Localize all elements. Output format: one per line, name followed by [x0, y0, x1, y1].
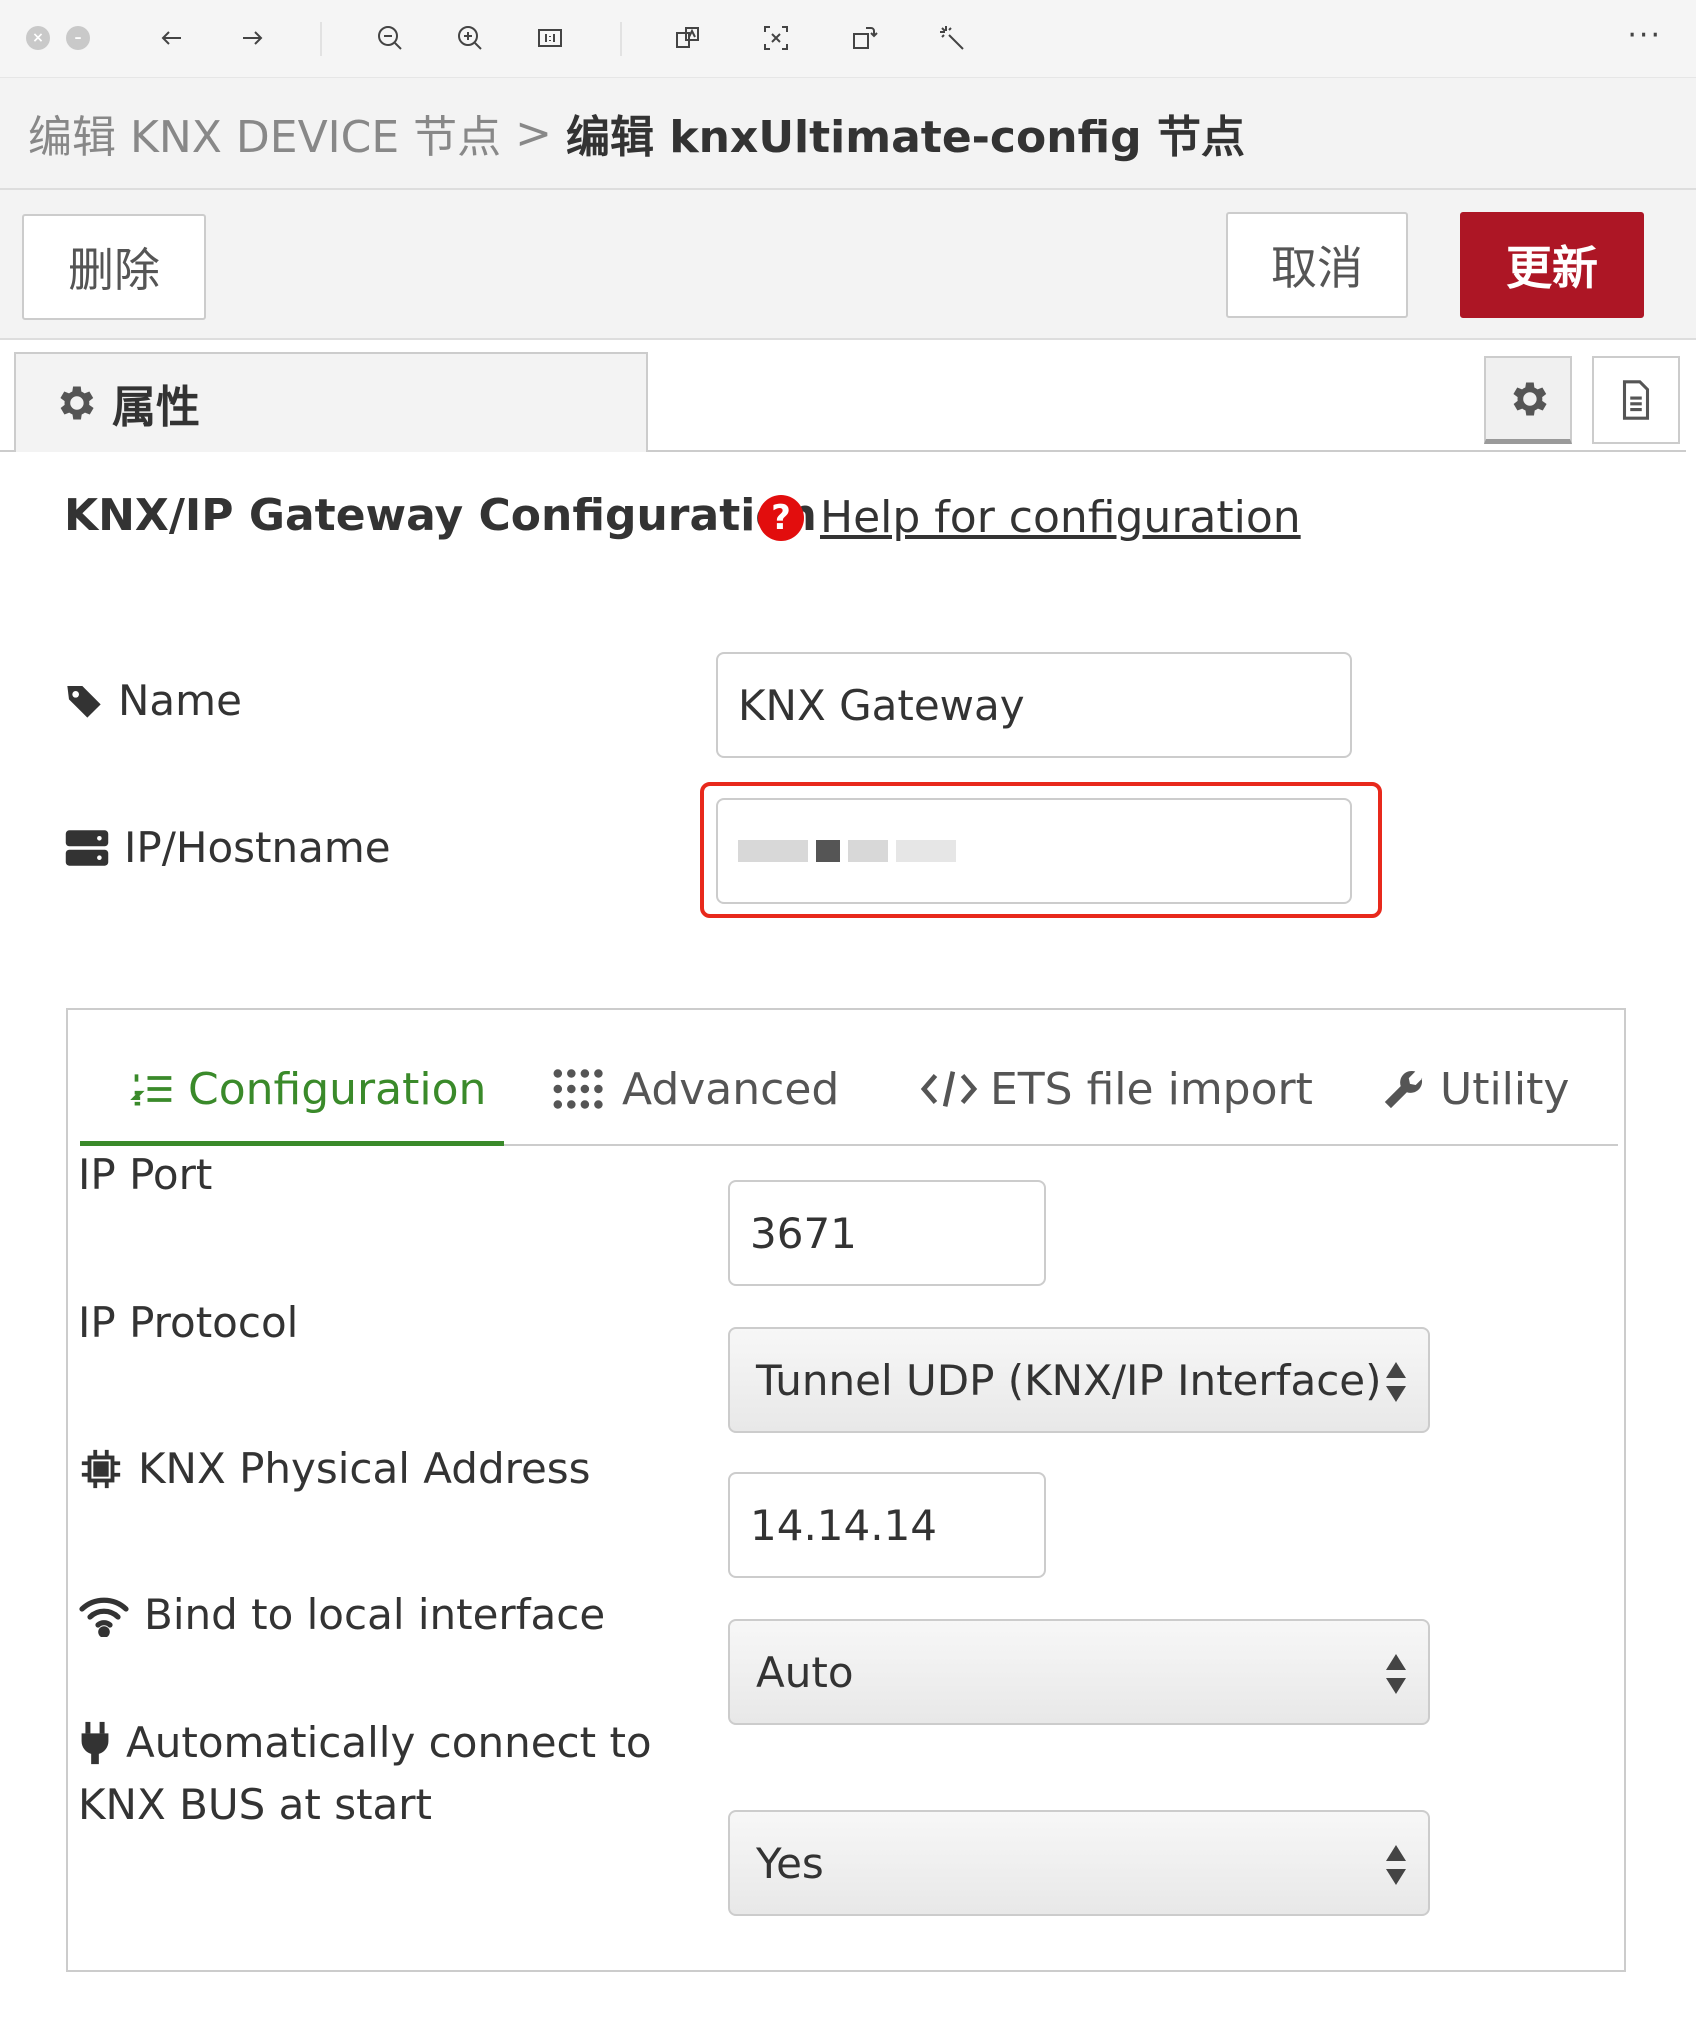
autoconnect-label-line1: Automatically connect to: [126, 1718, 652, 1767]
settings-tab[interactable]: [1484, 356, 1572, 444]
help-link[interactable]: Help for configuration: [820, 492, 1301, 543]
toolbar-divider: [320, 22, 322, 56]
tab-properties-label: 属性: [112, 382, 200, 433]
zoom-in-icon[interactable]: [452, 20, 488, 56]
server-icon: [65, 829, 109, 866]
port-label: IP Port: [78, 1150, 213, 1199]
translate-icon[interactable]: [670, 20, 706, 56]
config-panel: Configuration Advanced ETS file import U…: [66, 1008, 1626, 1972]
select-arrows-icon: [1386, 1654, 1406, 1694]
document-icon: [1622, 380, 1650, 420]
tab-advanced[interactable]: Advanced: [552, 1054, 839, 1124]
breadcrumb-current: 编辑 knxUltimate-config 节点: [566, 112, 1245, 163]
action-bar: 删除 取消 更新: [0, 190, 1696, 340]
autoconnect-select[interactable]: Yes: [728, 1810, 1430, 1916]
tag-icon: [67, 685, 101, 718]
back-arrow-icon[interactable]: [154, 20, 190, 56]
tab-ets-import[interactable]: ETS file import: [920, 1054, 1313, 1124]
list-ordered-icon: [130, 1074, 172, 1106]
port-input[interactable]: 3671: [728, 1180, 1046, 1286]
breadcrumb-parent[interactable]: 编辑 KNX DEVICE 节点: [28, 101, 501, 165]
gear-icon: [1513, 382, 1547, 415]
plug-icon: [81, 1721, 109, 1764]
help-icon[interactable]: ?: [758, 494, 804, 541]
zoom-out-icon[interactable]: [372, 20, 408, 56]
minimize-window-icon[interactable]: –: [66, 26, 90, 50]
tab-row: 属性: [0, 340, 1696, 452]
help-section: ? Help for configuration: [758, 492, 1301, 543]
select-arrows-icon: [1386, 1362, 1406, 1402]
form-title: KNX/IP Gateway Configuration: [64, 490, 817, 541]
grid-dots-icon: [553, 1069, 603, 1109]
cancel-button[interactable]: 取消: [1226, 212, 1408, 318]
host-label: IP/Hostname: [124, 823, 391, 872]
update-button[interactable]: 更新: [1460, 212, 1644, 318]
name-input[interactable]: KNX Gateway: [716, 652, 1352, 758]
active-tab-indicator: [80, 1141, 504, 1146]
description-tab[interactable]: [1592, 356, 1680, 444]
more-options-icon[interactable]: ···: [1627, 18, 1662, 53]
bind-interface-select[interactable]: Auto: [728, 1619, 1430, 1725]
bind-select-value: Auto: [756, 1647, 854, 1697]
host-input[interactable]: [716, 798, 1352, 904]
delete-button[interactable]: 删除: [22, 214, 206, 320]
protocol-label: IP Protocol: [78, 1298, 299, 1347]
tab-configuration[interactable]: Configuration: [130, 1054, 486, 1124]
protocol-select-value: Tunnel UDP (KNX/IP Interface): [756, 1355, 1382, 1405]
tab-configuration-label: Configuration: [188, 1063, 487, 1115]
bind-label: Bind to local interface: [144, 1590, 606, 1639]
close-window-icon[interactable]: ×: [26, 26, 50, 50]
select-text-icon[interactable]: [758, 20, 794, 56]
port-label-row: IP Port: [78, 1150, 212, 1199]
bind-label-row: Bind to local interface: [78, 1590, 605, 1639]
protocol-label-row: IP Protocol: [78, 1298, 298, 1347]
physical-label-row: KNX Physical Address: [78, 1444, 591, 1493]
toolbar-divider: [620, 22, 622, 56]
autoconnect-select-value: Yes: [756, 1838, 824, 1888]
actual-size-icon[interactable]: [532, 20, 568, 56]
physical-label: KNX Physical Address: [138, 1444, 591, 1493]
gear-icon: [60, 386, 94, 420]
name-label: Name: [118, 676, 242, 725]
magic-wand-icon[interactable]: [934, 20, 970, 56]
viewer-toolbar: × – ···: [0, 0, 1696, 78]
autoconnect-label-row: Automatically connect to: [78, 1718, 652, 1767]
chip-icon: [81, 1449, 121, 1488]
breadcrumb: 编辑 KNX DEVICE 节点 > 编辑 knxUltimate-config…: [0, 78, 1696, 190]
wrench-icon: [1384, 1070, 1423, 1109]
forward-arrow-icon[interactable]: [234, 20, 270, 56]
autoconnect-label-line2: KNX BUS at start: [78, 1780, 433, 1829]
tab-properties[interactable]: 属性: [14, 352, 648, 452]
tab-utility-label: Utility: [1440, 1063, 1570, 1115]
protocol-select[interactable]: Tunnel UDP (KNX/IP Interface): [728, 1327, 1430, 1433]
wifi-icon: [79, 1597, 129, 1637]
tab-ets-import-label: ETS file import: [990, 1063, 1313, 1115]
select-arrows-icon: [1386, 1845, 1406, 1885]
tab-advanced-label: Advanced: [622, 1063, 840, 1115]
autoconnect-label-row-2: KNX BUS at start: [78, 1780, 432, 1829]
breadcrumb-separator: >: [515, 107, 553, 159]
host-label-row: IP/Hostname: [64, 823, 391, 872]
name-label-row: Name: [64, 676, 242, 725]
code-icon: [920, 1071, 978, 1107]
obscured-host-value: [738, 840, 956, 862]
rotate-icon[interactable]: [846, 20, 882, 56]
physical-address-input[interactable]: 14.14.14: [728, 1472, 1046, 1578]
tab-utility[interactable]: Utility: [1380, 1054, 1569, 1124]
